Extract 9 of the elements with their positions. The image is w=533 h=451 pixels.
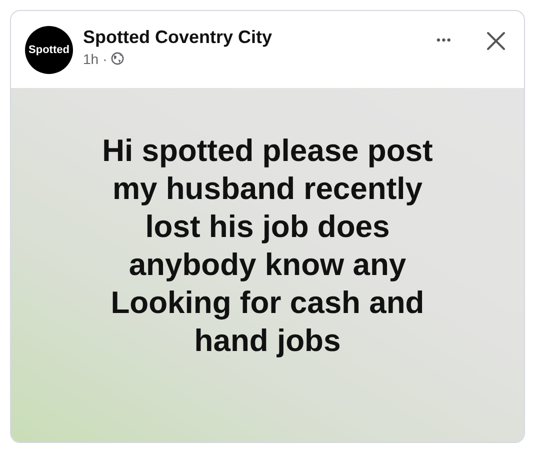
post-text: Hi spotted please post my husband recently lost his job does anybody know any Looking for cash and hand jobs: [102, 132, 433, 360]
close-icon[interactable]: [486, 30, 506, 50]
separator-dot: ·: [102, 50, 108, 66]
globe-icon: [111, 52, 124, 65]
avatar-label: Spotted: [28, 44, 70, 56]
page-name[interactable]: Spotted Coventry City: [83, 26, 426, 48]
page-avatar[interactable]: Spotted: [25, 26, 73, 74]
post-time[interactable]: 1h: [83, 50, 99, 66]
more-button[interactable]: •••: [436, 32, 452, 46]
